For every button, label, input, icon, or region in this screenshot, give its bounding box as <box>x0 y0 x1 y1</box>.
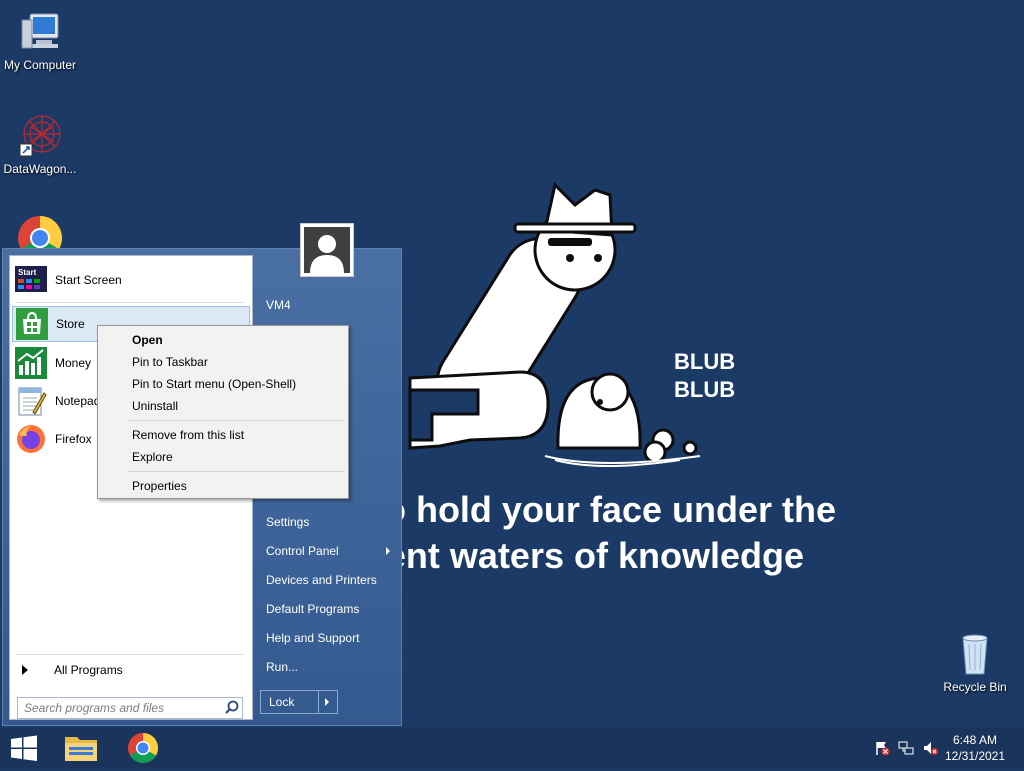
program-label: Store <box>56 317 85 331</box>
expand-arrow-icon <box>22 665 28 675</box>
start-screen-icon: Start <box>15 264 47 296</box>
wallpaper-blub-2: BLUB <box>674 377 735 402</box>
help-and-support-link[interactable]: Help and Support <box>266 631 359 645</box>
program-label: Firefox <box>55 432 92 446</box>
money-icon <box>15 347 47 379</box>
context-explore[interactable]: Explore <box>100 446 346 468</box>
context-pin-to-taskbar[interactable]: Pin to Taskbar <box>100 351 346 373</box>
all-programs-button[interactable]: All Programs <box>18 660 244 680</box>
lock-button[interactable]: Lock <box>260 690 338 714</box>
computer-icon <box>16 8 64 56</box>
notepad-icon <box>15 385 47 417</box>
devices-and-printers-link[interactable]: Devices and Printers <box>266 573 377 587</box>
desktop-icon-label: Recycle Bin <box>943 680 1007 694</box>
program-label: Notepad <box>55 394 101 408</box>
control-panel-link[interactable]: Control Panel <box>266 544 339 558</box>
program-label: Start Screen <box>55 273 122 287</box>
desktop-icon-label: My Computer <box>3 58 77 72</box>
default-programs-link[interactable]: Default Programs <box>266 602 359 616</box>
clock-time: 6:48 AM <box>952 733 998 747</box>
datawagon-icon <box>16 112 64 160</box>
all-programs-divider <box>16 654 244 655</box>
user-avatar[interactable] <box>300 223 354 277</box>
all-programs-label: All Programs <box>54 663 123 677</box>
context-divider <box>128 471 344 472</box>
programs-divider <box>16 302 244 303</box>
context-uninstall[interactable]: Uninstall <box>100 395 346 417</box>
network-icon[interactable] <box>898 740 914 756</box>
settings-link[interactable]: Settings <box>266 515 309 529</box>
recycle-bin-icon <box>951 630 999 678</box>
desktop-icon-datawagon[interactable]: DataWagon... <box>0 112 80 176</box>
context-pin-to-start-menu[interactable]: Pin to Start menu (Open-Shell) <box>100 373 346 395</box>
context-menu: Open Pin to Taskbar Pin to Start menu (O… <box>97 325 349 499</box>
search-input[interactable] <box>18 700 222 716</box>
wallpaper-blub-1: BLUB <box>674 349 735 374</box>
volume-muted-icon[interactable] <box>922 740 938 756</box>
clock-date: 12/31/2021 <box>944 749 1006 763</box>
taskbar-file-explorer[interactable] <box>57 728 105 768</box>
lock-label: Lock <box>269 695 295 709</box>
windows-start-icon <box>11 735 37 761</box>
taskbar-clock[interactable]: 6:48 AM 12/31/2021 <box>940 732 1010 764</box>
action-center-flag-icon[interactable] <box>874 740 890 756</box>
desktop-icon-label: DataWagon... <box>3 162 77 176</box>
context-divider <box>128 420 344 421</box>
context-properties[interactable]: Properties <box>100 475 346 497</box>
taskbar: 6:48 AM 12/31/2021 <box>0 728 1024 768</box>
desktop-icon-my-computer[interactable]: My Computer <box>0 8 80 72</box>
power-options-arrow-icon[interactable] <box>318 691 337 713</box>
program-start-screen[interactable]: Start Start Screen <box>12 262 250 298</box>
search-icon[interactable] <box>222 698 242 718</box>
svg-text:Start: Start <box>18 268 37 277</box>
firefox-icon <box>15 423 47 455</box>
desktop-icon-recycle-bin[interactable]: Recycle Bin <box>935 630 1015 694</box>
run-link[interactable]: Run... <box>266 660 298 674</box>
control-panel-submenu-icon <box>386 547 390 555</box>
start-button[interactable] <box>0 728 48 768</box>
context-open[interactable]: Open <box>100 329 346 351</box>
taskbar-chrome[interactable] <box>119 728 167 768</box>
store-icon <box>16 308 48 340</box>
chrome-icon <box>128 733 159 764</box>
context-remove-from-list[interactable]: Remove from this list <box>100 424 346 446</box>
search-box[interactable] <box>17 697 243 719</box>
program-label: Money <box>55 356 92 370</box>
user-name-link[interactable]: VM4 <box>266 298 291 312</box>
file-explorer-icon <box>65 737 97 761</box>
